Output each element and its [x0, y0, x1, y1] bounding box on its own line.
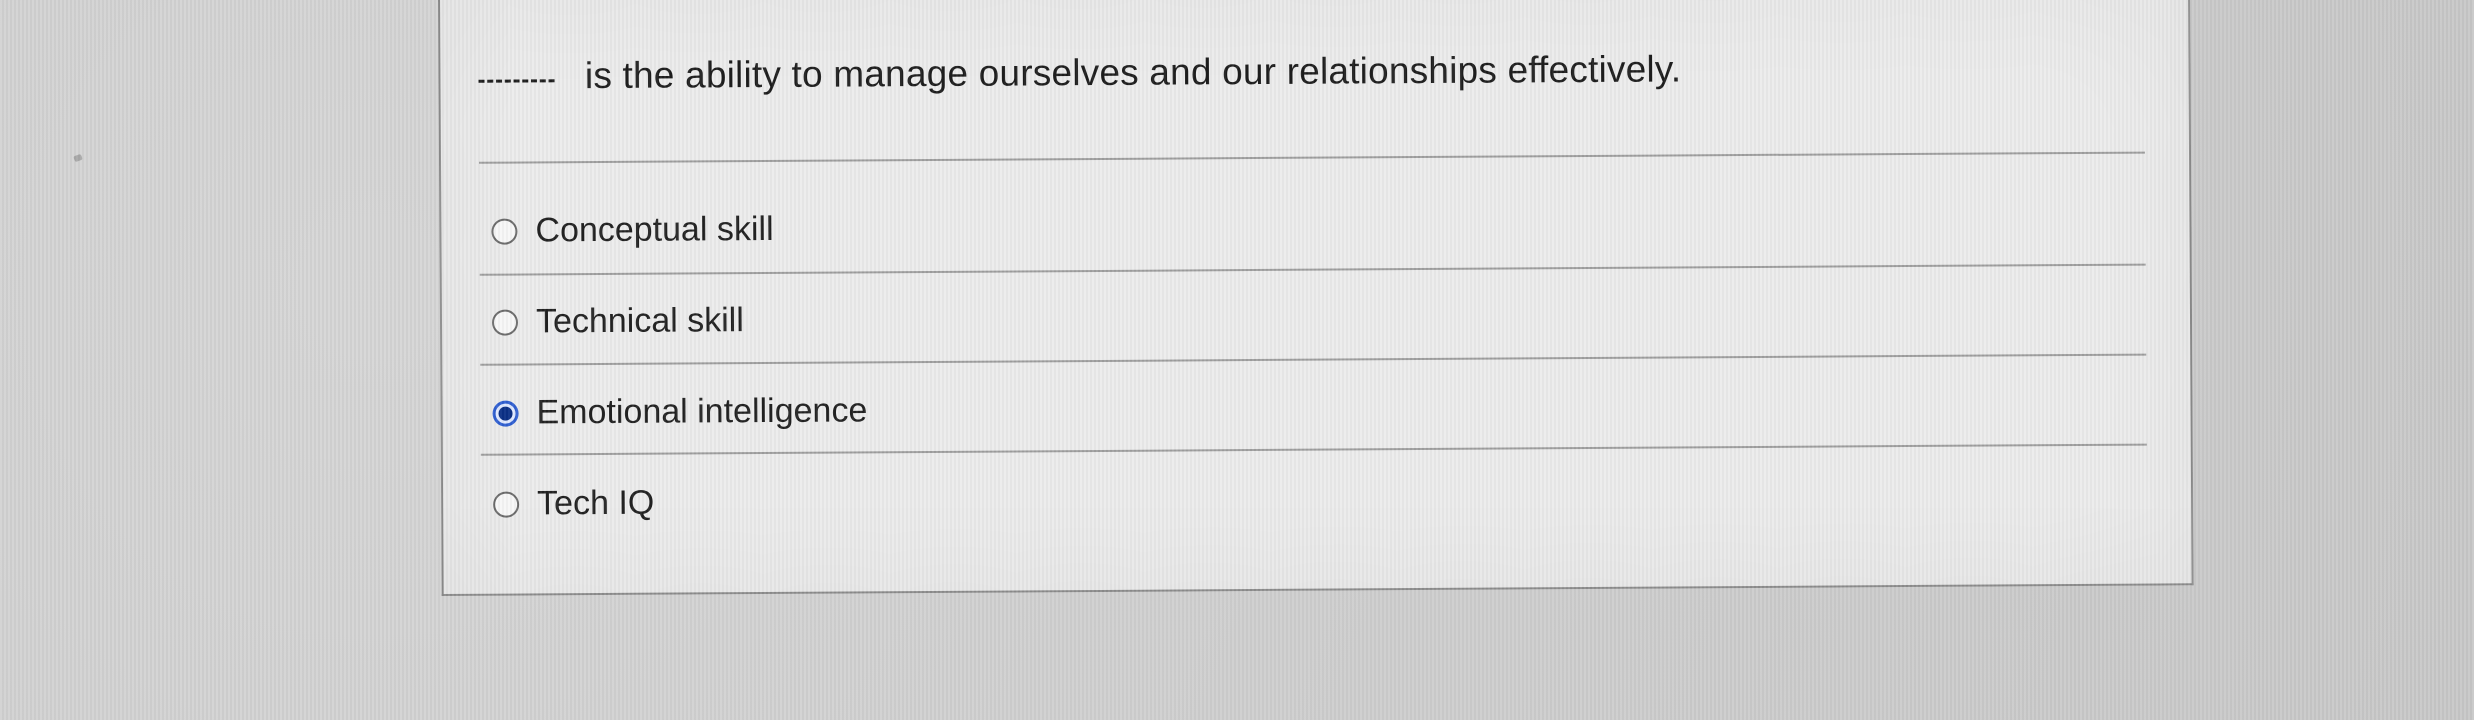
option-divider-3 — [480, 443, 2147, 456]
option-label-conceptual-skill: Conceptual skill — [535, 209, 774, 250]
blank-placeholder — [478, 79, 555, 83]
option-label-emotional-intelligence: Emotional intelligence — [536, 391, 868, 432]
option-conceptual-skill[interactable]: Conceptual skill — [491, 209, 774, 251]
question-text: is the ability to manage ourselves and o… — [478, 48, 1681, 97]
radio-button-technical-skill[interactable] — [491, 309, 519, 336]
radio-button-tech-iq[interactable] — [493, 491, 520, 518]
screen: is the ability to manage ourselves and o… — [0, 0, 2474, 720]
question-card: is the ability to manage ourselves and o… — [438, 0, 2194, 596]
radio-button-emotional-intelligence-selected[interactable] — [492, 400, 519, 427]
option-divider-1 — [479, 263, 2146, 276]
question-text-label: is the ability to manage ourselves and o… — [584, 48, 1682, 97]
option-label-tech-iq: Tech IQ — [536, 483, 655, 523]
option-emotional-intelligence[interactable]: Emotional intelligence — [492, 391, 867, 432]
option-divider-2 — [480, 353, 2147, 366]
decorative-mark — [73, 153, 83, 163]
option-technical-skill[interactable]: Technical skill — [491, 301, 744, 342]
option-label-technical-skill: Technical skill — [535, 301, 744, 341]
radio-button-conceptual-skill[interactable] — [491, 218, 518, 245]
question-divider — [479, 151, 2146, 164]
option-tech-iq[interactable]: Tech IQ — [493, 484, 654, 524]
